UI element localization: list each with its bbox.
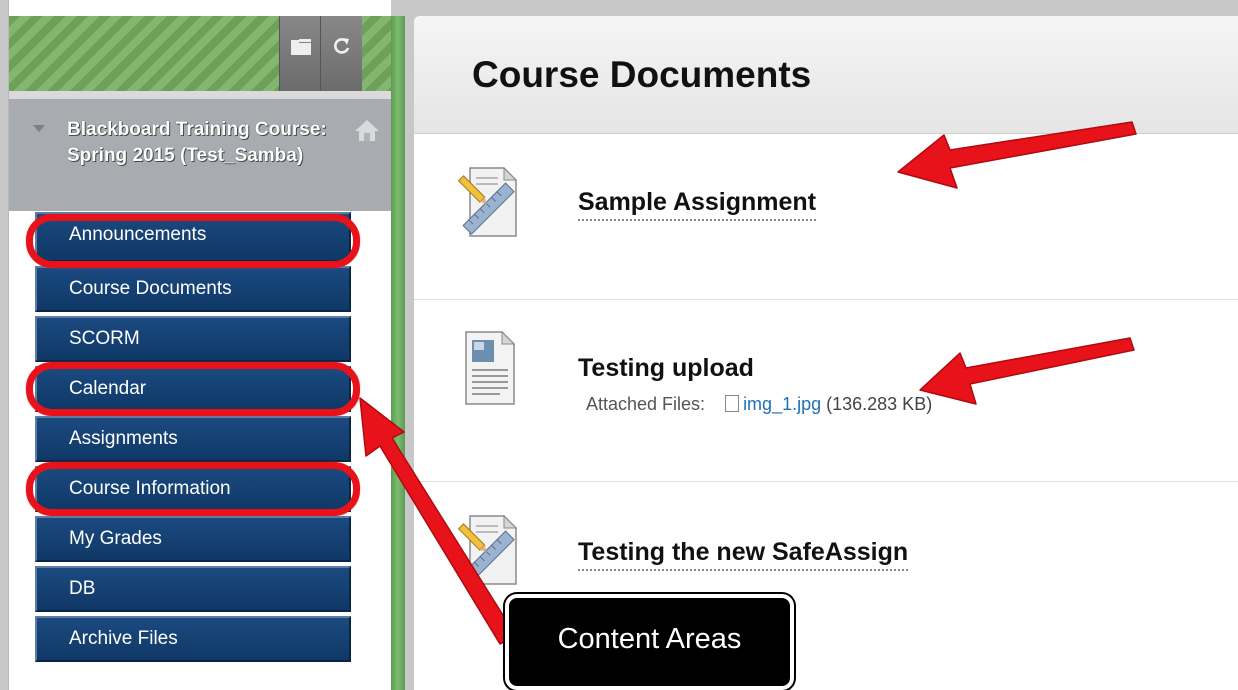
collapse-triangle-icon[interactable] xyxy=(33,125,45,132)
refresh-button[interactable] xyxy=(320,16,362,91)
sidebar-item-label: Announcements xyxy=(69,224,207,245)
content-item: Testing upload Attached Files: img_1.jpg … xyxy=(414,300,1238,482)
page-title: Course Documents xyxy=(472,54,812,95)
course-title[interactable]: Blackboard Training Course: Spring 2015 … xyxy=(67,117,327,169)
course-header: Blackboard Training Course: Spring 2015 … xyxy=(9,91,392,211)
sidebar-item-label: DB xyxy=(69,578,96,599)
folder-view-button[interactable] xyxy=(279,16,321,91)
sidebar-item-archive-files[interactable]: Archive Files xyxy=(35,616,351,662)
folder-view-icon xyxy=(290,39,311,55)
sidebar-item-label: Assignments xyxy=(69,428,178,449)
sidebar-divider[interactable] xyxy=(391,16,405,690)
assignment-icon xyxy=(457,166,518,237)
attached-files-label: Attached Files: xyxy=(586,394,706,414)
attached-file-link[interactable]: img_1.jpg xyxy=(743,394,821,414)
sidebar-item-label: Course Information xyxy=(69,478,231,499)
sidebar-item-label: Course Documents xyxy=(69,278,232,299)
item-title: Testing upload xyxy=(578,354,754,382)
file-size: (136.283 KB) xyxy=(826,394,933,414)
sidebar-item-my-grades[interactable]: My Grades xyxy=(35,516,351,562)
course-menu-list: Announcements Course Documents SCORM Cal… xyxy=(35,212,351,666)
course-menu-sidebar: Blackboard Training Course: Spring 2015 … xyxy=(8,0,392,690)
attached-files: Attached Files: img_1.jpg (136.283 KB) xyxy=(586,394,932,415)
sidebar-item-label: Archive Files xyxy=(69,628,178,649)
document-icon xyxy=(465,330,516,405)
sidebar-item-db[interactable]: DB xyxy=(35,566,351,612)
page-header: Course Documents xyxy=(414,16,1238,134)
sidebar-item-label: SCORM xyxy=(69,328,140,349)
home-icon[interactable] xyxy=(354,119,380,143)
content-areas-callout: Content Areas xyxy=(505,594,794,690)
content-area: Course Documents Sample Assignment Testi… xyxy=(414,16,1238,690)
sidebar-item-label: My Grades xyxy=(69,528,162,549)
sidebar-item-course-documents[interactable]: Course Documents xyxy=(35,266,351,312)
sidebar-item-announcements[interactable]: Announcements xyxy=(35,212,351,262)
sidebar-item-calendar[interactable]: Calendar xyxy=(35,366,351,412)
sidebar-item-scorm[interactable]: SCORM xyxy=(35,316,351,362)
item-title-link[interactable]: Testing the new SafeAssign xyxy=(578,538,909,571)
sidebar-item-label: Calendar xyxy=(69,378,147,399)
assignment-icon xyxy=(457,514,518,585)
refresh-icon xyxy=(333,38,349,54)
item-title-link[interactable]: Sample Assignment xyxy=(578,188,817,221)
sidebar-item-assignments[interactable]: Assignments xyxy=(35,416,351,462)
file-icon xyxy=(725,395,740,412)
sidebar-item-course-information[interactable]: Course Information xyxy=(35,466,351,512)
content-item: Sample Assignment xyxy=(414,134,1238,300)
